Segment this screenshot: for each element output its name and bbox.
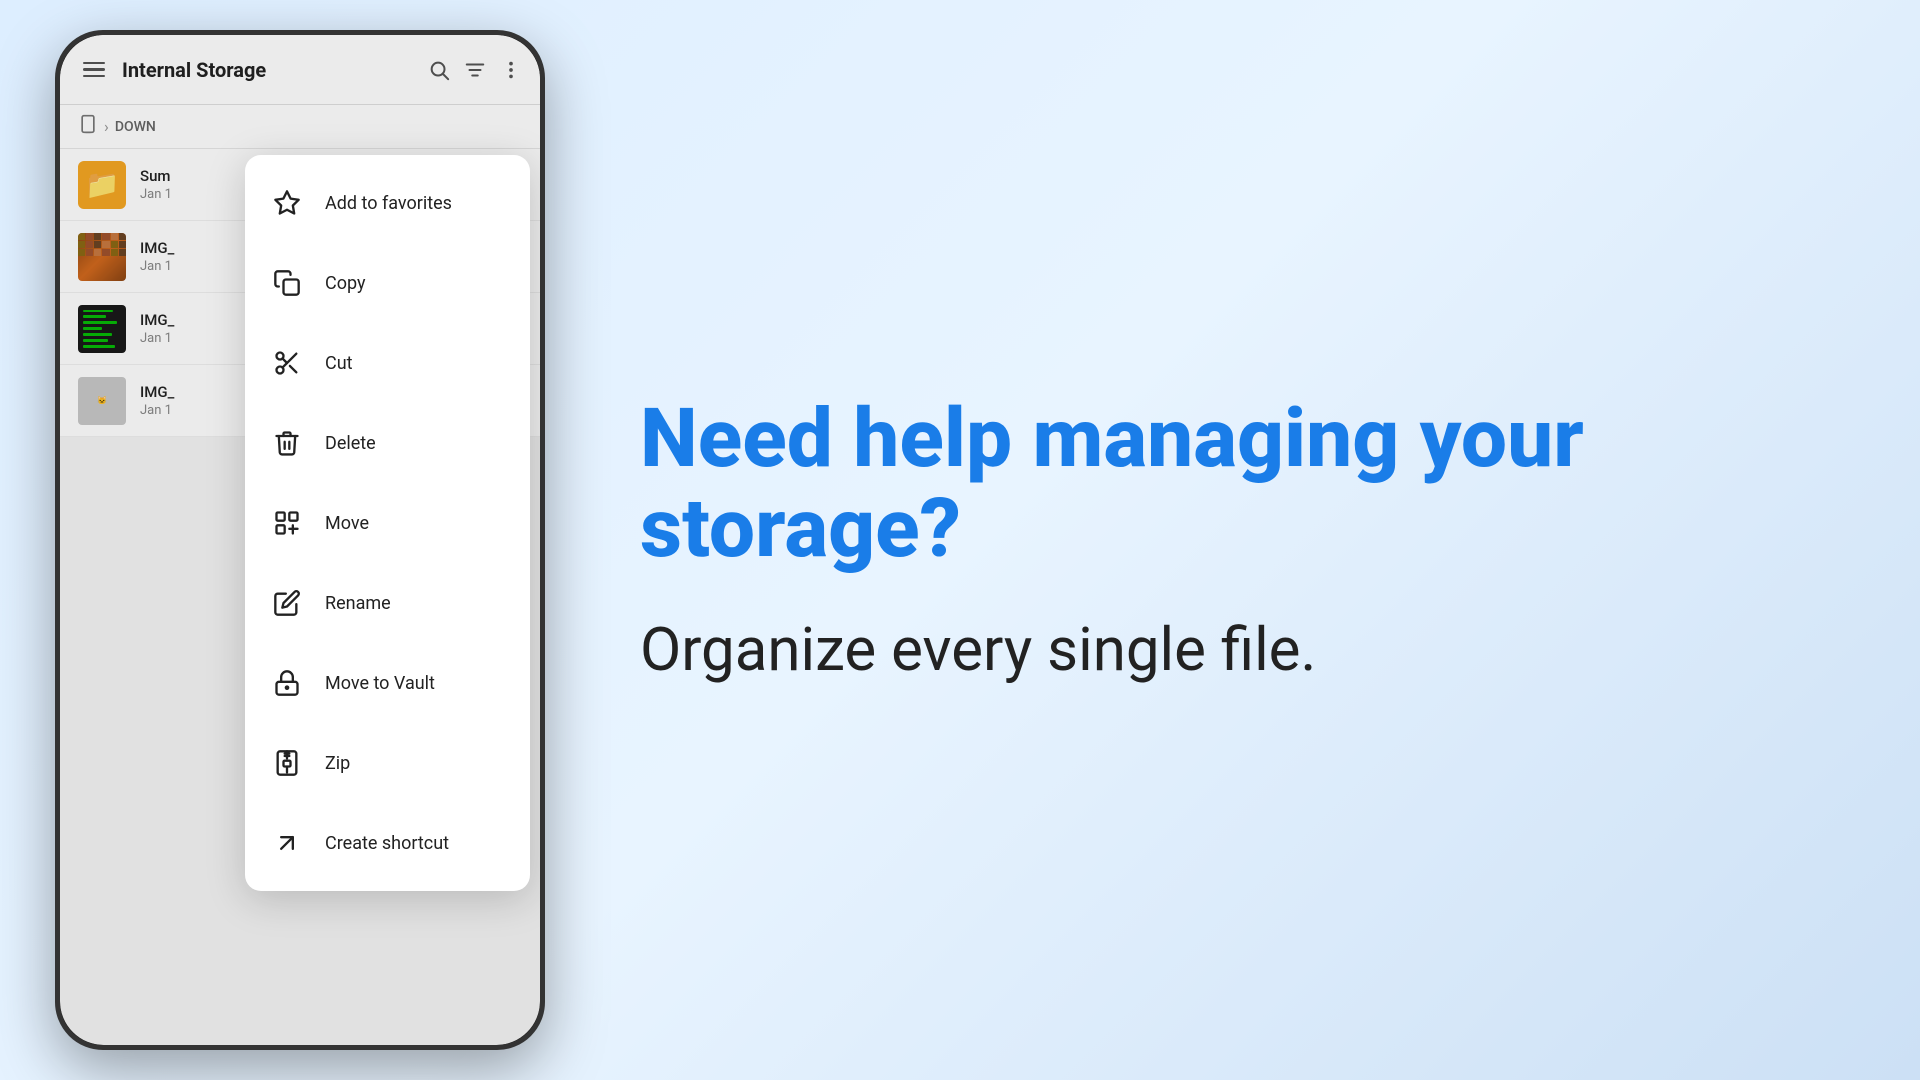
- menu-label-cut: Cut: [325, 353, 353, 374]
- right-content: Need help managing your storage? Organiz…: [640, 394, 1840, 686]
- phone-screen: Internal Storage: [60, 35, 540, 1045]
- menu-item-create-shortcut[interactable]: Create shortcut: [245, 803, 530, 883]
- menu-label-zip: Zip: [325, 753, 350, 774]
- scissors-icon: [269, 345, 305, 381]
- menu-item-cut[interactable]: Cut: [245, 323, 530, 403]
- menu-label-add-favorites: Add to favorites: [325, 193, 452, 214]
- lock-icon: [269, 665, 305, 701]
- menu-label-create-shortcut: Create shortcut: [325, 833, 449, 854]
- shortcut-icon: [269, 825, 305, 861]
- trash-icon: [269, 425, 305, 461]
- context-menu: Add to favorites Copy: [245, 155, 530, 891]
- menu-item-move-vault[interactable]: Move to Vault: [245, 643, 530, 723]
- edit-icon: [269, 585, 305, 621]
- menu-label-rename: Rename: [325, 593, 391, 614]
- move-icon: [269, 505, 305, 541]
- menu-item-add-favorites[interactable]: Add to favorites: [245, 163, 530, 243]
- zip-icon: [269, 745, 305, 781]
- context-menu-overlay[interactable]: Add to favorites Copy: [60, 35, 540, 1045]
- headline: Need help managing your storage?: [640, 394, 1840, 574]
- menu-label-delete: Delete: [325, 433, 376, 454]
- menu-label-move-vault: Move to Vault: [325, 673, 435, 694]
- menu-label-copy: Copy: [325, 273, 366, 294]
- star-icon: [269, 185, 305, 221]
- menu-item-zip[interactable]: Zip: [245, 723, 530, 803]
- menu-item-copy[interactable]: Copy: [245, 243, 530, 323]
- menu-label-move: Move: [325, 513, 369, 534]
- phone-frame: Internal Storage: [55, 30, 545, 1050]
- copy-icon: [269, 265, 305, 301]
- menu-item-move[interactable]: Move: [245, 483, 530, 563]
- menu-item-delete[interactable]: Delete: [245, 403, 530, 483]
- menu-item-rename[interactable]: Rename: [245, 563, 530, 643]
- subheadline: Organize every single file.: [640, 614, 1840, 686]
